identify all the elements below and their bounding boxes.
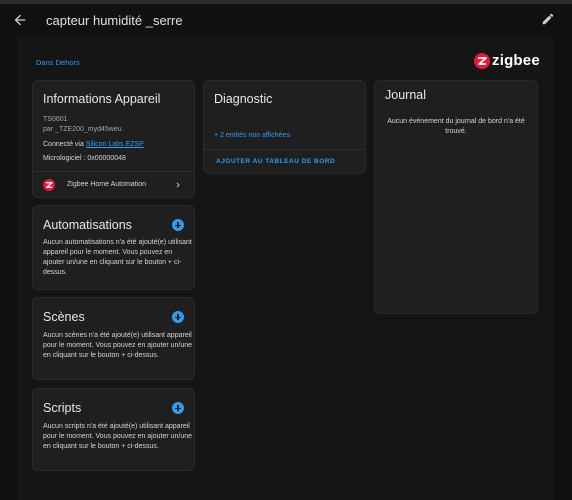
card-title: Scripts bbox=[43, 401, 82, 415]
firmware-version: Micrologiciel : 0x00000048 bbox=[43, 155, 126, 162]
diagnostic-card: Diagnostic + 2 entités non affichées AJO… bbox=[203, 80, 366, 174]
empty-description: Aucun scènes n'a été ajouté(e) utilisant… bbox=[43, 332, 193, 359]
card-title: Journal bbox=[385, 88, 426, 102]
pencil-icon[interactable] bbox=[541, 12, 555, 26]
scenes-card: Scènes Aucun scènes n'a été ajouté(e) ut… bbox=[32, 297, 195, 380]
integration-name: Zigbee Home Automation bbox=[67, 181, 146, 188]
area-link[interactable]: Dans Dehors bbox=[36, 58, 80, 67]
connected-via: Connecté via Silicon Labs EZSP bbox=[43, 141, 144, 148]
scripts-card: Scripts Aucun scripts n'a été ajouté(e) … bbox=[32, 388, 195, 471]
add-automation-button[interactable] bbox=[172, 219, 184, 231]
integration-row[interactable]: Zigbee Home Automation bbox=[33, 172, 194, 198]
device-manufacturer: par _TZE200_myd45weu bbox=[43, 126, 122, 133]
divider bbox=[204, 149, 365, 150]
hidden-entities-link[interactable]: + 2 entités non affichées bbox=[214, 132, 290, 139]
logbook-card: Journal Aucun événement du journal de bo… bbox=[374, 80, 538, 314]
add-scene-button[interactable] bbox=[172, 311, 184, 323]
page-title: capteur humidité _serre bbox=[46, 13, 183, 28]
connected-via-label: Connecté via bbox=[43, 141, 86, 148]
brand-name: zigbee bbox=[492, 52, 540, 69]
card-title: Scènes bbox=[43, 310, 85, 324]
card-title: Informations Appareil bbox=[43, 92, 161, 106]
arrow-left-icon[interactable] bbox=[12, 12, 28, 28]
logbook-empty-message: Aucun événement du journal de bord n'a é… bbox=[387, 118, 525, 135]
add-to-dashboard-button[interactable]: AJOUTER AU TABLEAU DE BORD bbox=[216, 158, 335, 165]
chevron-right-icon bbox=[176, 182, 180, 188]
device-info-card: Informations Appareil TS0601 par _TZE200… bbox=[32, 80, 195, 198]
add-script-button[interactable] bbox=[172, 402, 184, 414]
zha-logo-icon bbox=[43, 179, 55, 191]
card-title: Diagnostic bbox=[214, 92, 273, 106]
coordinator-link[interactable]: Silicon Labs EZSP bbox=[86, 141, 144, 148]
card-title: Automatisations bbox=[43, 218, 132, 232]
automations-card: Automatisations Aucun automatisations n'… bbox=[32, 205, 195, 290]
empty-description: Aucun scripts n'a été ajouté(e) utilisan… bbox=[43, 423, 193, 450]
device-model: TS0601 bbox=[43, 116, 68, 123]
zigbee-logo-icon bbox=[474, 53, 490, 69]
top-app-bar: capteur humidité _serre bbox=[0, 4, 572, 36]
empty-description: Aucun automatisations n'a été ajouté(e) … bbox=[43, 239, 192, 276]
